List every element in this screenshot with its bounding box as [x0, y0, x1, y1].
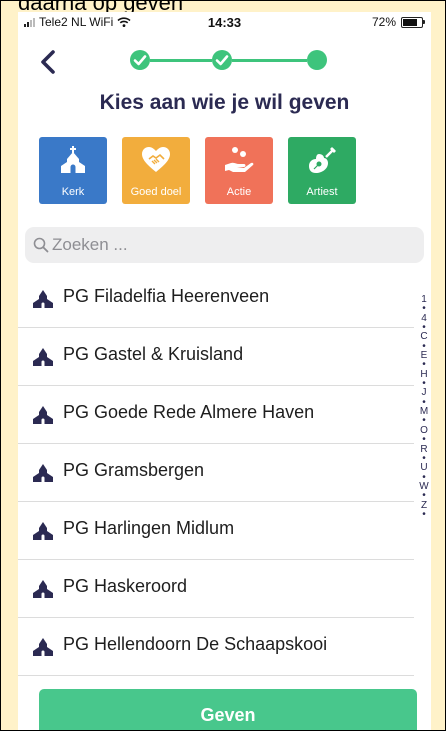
battery-icon	[401, 16, 425, 28]
index-entry[interactable]: •	[418, 509, 430, 519]
phone-screen: Tele2 NL WiFi 14:33 72% Kies aan wie je …	[18, 12, 431, 730]
check-icon	[215, 55, 229, 66]
category-selector: Kerk Goed doel Actie Artiest	[39, 137, 356, 204]
guitar-icon	[309, 147, 336, 173]
list-item[interactable]: PG Gramsbergen	[18, 444, 414, 502]
status-right: 72%	[371, 15, 425, 29]
list-item-label: PG Hellendoorn De Schaapskooi	[63, 634, 328, 654]
step-3-current	[307, 50, 327, 70]
list-item-label: PG Filadelfia Heerenveen	[63, 286, 270, 306]
give-button-label: Geven	[200, 705, 256, 725]
church-icon	[33, 290, 53, 308]
category-label: Kerk	[61, 186, 85, 198]
progress-line-2	[232, 59, 307, 62]
category-kerk[interactable]: Kerk	[39, 137, 107, 204]
list-item-label: PG Gastel & Kruisland	[63, 344, 244, 364]
step-1-complete	[130, 50, 150, 70]
give-button[interactable]: Geven	[39, 689, 417, 730]
alphabet-index[interactable]: 1 • 4 • C • E • H • J • M • O • R • U • …	[418, 294, 430, 519]
church-icon	[33, 522, 53, 540]
category-label: Artiest	[306, 186, 338, 198]
list-item[interactable]: PG Harlingen Midlum	[18, 502, 414, 560]
church-icon	[33, 464, 53, 482]
church-list: PG Filadelfia Heerenveen PG Gastel & Kru…	[18, 270, 414, 676]
list-item-label: PG Haskeroord	[63, 576, 188, 596]
list-item[interactable]: PG Haskeroord	[18, 560, 414, 618]
back-button[interactable]	[36, 47, 60, 77]
category-actie[interactable]: Actie	[205, 137, 273, 204]
church-icon	[61, 146, 85, 173]
search-placeholder: Zoeken ...	[52, 235, 128, 254]
church-icon	[33, 348, 53, 366]
category-goed-doel[interactable]: Goed doel	[122, 137, 190, 204]
status-time: 14:33	[207, 15, 242, 30]
chevron-left-icon	[41, 50, 55, 74]
hand-coins-icon	[225, 147, 254, 172]
step-2-complete	[212, 50, 232, 70]
page-title: Kies aan wie je wil geven	[99, 91, 350, 114]
list-item[interactable]: PG Hellendoorn De Schaapskooi	[18, 618, 414, 676]
church-icon	[33, 406, 53, 424]
screenshot-frame: daarna op geven Tele2 NL WiFi 14:33 72%	[0, 0, 446, 731]
list-item[interactable]: PG Filadelfia Heerenveen	[18, 270, 414, 328]
category-label: Goed doel	[130, 186, 182, 198]
progress-line-1	[150, 59, 212, 62]
search-icon	[33, 237, 49, 253]
category-label: Actie	[226, 186, 252, 198]
list-item[interactable]: PG Gastel & Kruisland	[18, 328, 414, 386]
heart-handshake-icon	[142, 147, 170, 172]
church-icon	[33, 638, 53, 656]
check-icon	[133, 55, 147, 66]
category-artiest[interactable]: Artiest	[288, 137, 356, 204]
step-progress	[130, 50, 330, 70]
list-item-label: PG Goede Rede Almere Haven	[63, 402, 315, 422]
battery-percent: 72%	[371, 15, 396, 29]
church-icon	[33, 580, 53, 598]
list-item-label: PG Harlingen Midlum	[63, 518, 235, 538]
status-bar: Tele2 NL WiFi 14:33 72%	[18, 12, 431, 40]
list-item[interactable]: PG Goede Rede Almere Haven	[18, 386, 414, 444]
list-item-label: PG Gramsbergen	[63, 460, 205, 480]
search-input[interactable]: Zoeken ...	[25, 227, 424, 263]
